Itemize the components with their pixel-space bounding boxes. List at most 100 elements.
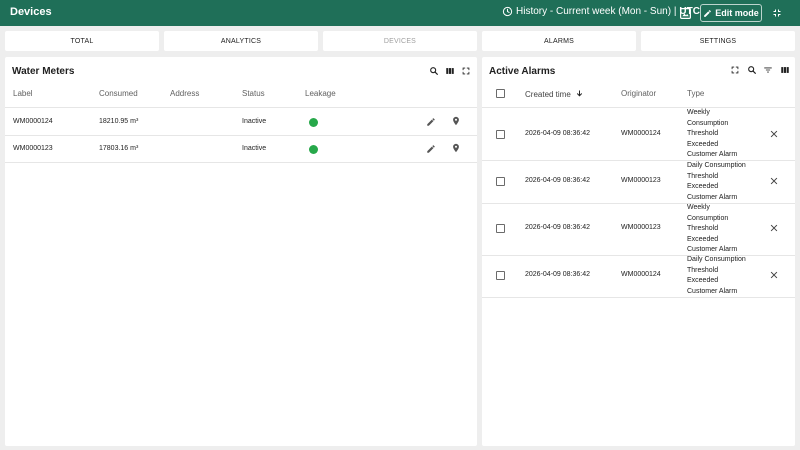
location-pin-icon[interactable]: [451, 116, 461, 126]
type-line: Customer Alarm: [687, 193, 738, 201]
close-icon[interactable]: [769, 129, 779, 139]
tab-settings[interactable]: SETTINGS: [641, 31, 795, 51]
type-line: Daily Consumption: [687, 256, 746, 263]
tab-total[interactable]: TOTAL: [5, 31, 159, 51]
column-header-leakage[interactable]: Leakage: [305, 89, 336, 98]
edit-mode-label: Edit mode: [715, 8, 759, 18]
water-meters-panel: Water Meters Label Consumed Address Stat…: [5, 57, 477, 446]
cell-created-time: 2026-04-09 08:36:42: [525, 177, 590, 184]
divider: [482, 107, 795, 108]
tab-label: TOTAL: [70, 37, 94, 45]
edit-icon[interactable]: [426, 117, 436, 127]
column-header-address[interactable]: Address: [170, 89, 199, 98]
columns-icon[interactable]: [780, 65, 790, 75]
type-line: Consumption: [687, 214, 729, 222]
history-label: History - Current week (Mon - Sun) |: [516, 6, 677, 17]
cell-originator: WM0000124: [621, 130, 661, 137]
close-icon[interactable]: [769, 176, 779, 186]
column-header-type[interactable]: Type: [687, 89, 704, 98]
close-icon[interactable]: [769, 223, 779, 233]
search-icon[interactable]: [747, 65, 757, 75]
history-timewindow[interactable]: History - Current week (Mon - Sun) | UTC: [502, 6, 700, 17]
tab-analytics[interactable]: ANALYTICS: [164, 31, 318, 51]
page-title: Devices: [10, 6, 52, 18]
cell-status: Inactive: [242, 145, 267, 152]
row-checkbox[interactable]: [496, 177, 505, 186]
divider: [482, 297, 795, 298]
tab-label: SETTINGS: [699, 37, 737, 45]
type-line: Exceeded: [687, 235, 719, 243]
type-line: Weekly: [687, 204, 710, 211]
cell-status: Inactive: [242, 118, 267, 125]
type-line: Customer Alarm: [687, 246, 738, 253]
close-icon[interactable]: [769, 270, 779, 280]
row-checkbox[interactable]: [496, 130, 505, 139]
divider: [482, 203, 795, 204]
fullscreen-icon[interactable]: [461, 66, 471, 76]
divider: [482, 255, 795, 256]
edit-icon[interactable]: [426, 144, 436, 154]
cell-created-time: 2026-04-09 08:36:42: [525, 130, 590, 137]
type-line: Threshold: [687, 266, 719, 274]
filter-icon[interactable]: [763, 65, 773, 75]
cell-originator: WM0000123: [621, 177, 661, 184]
search-icon[interactable]: [429, 66, 439, 76]
cell-type: Weekly Consumption Threshold Exceeded Cu…: [687, 108, 737, 161]
column-header-label[interactable]: Label: [13, 89, 33, 98]
type-line: Daily Consumption: [687, 162, 746, 169]
panel-title: Active Alarms: [489, 66, 556, 77]
column-header-consumed[interactable]: Consumed: [99, 89, 138, 98]
cell-label: WM0000123: [13, 145, 53, 152]
columns-icon[interactable]: [445, 66, 455, 76]
image-icon[interactable]: [677, 5, 693, 21]
tab-label: ALARMS: [544, 37, 574, 45]
row-checkbox[interactable]: [496, 271, 505, 280]
leakage-indicator: [309, 145, 318, 154]
cell-type: Daily Consumption Threshold Exceeded Cus…: [687, 161, 746, 203]
cell-originator: WM0000124: [621, 271, 661, 278]
exit-fullscreen-icon[interactable]: [769, 5, 785, 21]
type-line: Customer Alarm: [687, 151, 738, 158]
divider: [5, 162, 477, 163]
edit-mode-button[interactable]: Edit mode: [700, 4, 762, 22]
type-line: Exceeded: [687, 140, 719, 148]
fullscreen-icon[interactable]: [730, 65, 740, 75]
cell-type: Weekly Consumption Threshold Exceeded Cu…: [687, 203, 737, 256]
location-pin-icon[interactable]: [451, 143, 461, 153]
leakage-indicator: [309, 118, 318, 127]
row-checkbox[interactable]: [496, 224, 505, 233]
column-header-label: Created time: [525, 90, 571, 99]
pencil-icon: [704, 9, 712, 17]
top-bar: Devices History - Current week (Mon - Su…: [0, 0, 800, 26]
cell-originator: WM0000123: [621, 224, 661, 231]
column-header-status[interactable]: Status: [242, 89, 265, 98]
cell-consumed: 17803.16 m³: [99, 145, 139, 152]
tab-label: ANALYTICS: [220, 37, 262, 45]
type-line: Exceeded: [687, 183, 719, 190]
tab-devices[interactable]: DEVICES: [323, 31, 477, 51]
column-header-created-time[interactable]: Created time: [525, 89, 584, 99]
cell-created-time: 2026-04-09 08:36:42: [525, 224, 590, 231]
type-line: Consumption: [687, 119, 729, 127]
divider: [5, 135, 477, 136]
type-line: Customer Alarm: [687, 287, 738, 295]
type-line: Weekly: [687, 109, 710, 116]
type-line: Exceeded: [687, 277, 719, 284]
cell-type: Daily Consumption Threshold Exceeded Cus…: [687, 255, 746, 297]
clock-icon: [502, 6, 513, 17]
tab-label: DEVICES: [383, 37, 417, 45]
cell-created-time: 2026-04-09 08:36:42: [525, 271, 590, 278]
type-line: Threshold: [687, 130, 719, 137]
cell-consumed: 18210.95 m³: [99, 118, 139, 125]
type-line: Threshold: [687, 172, 719, 180]
divider: [5, 107, 477, 108]
column-header-originator[interactable]: Originator: [621, 89, 656, 98]
panel-title: Water Meters: [12, 66, 75, 77]
cell-label: WM0000124: [13, 118, 53, 125]
type-line: Threshold: [687, 225, 719, 232]
arrow-down-icon: [576, 90, 583, 97]
divider: [482, 160, 795, 161]
tab-alarms[interactable]: ALARMS: [482, 31, 636, 51]
select-all-checkbox[interactable]: [496, 89, 505, 98]
active-alarms-panel: Active Alarms Created time Originator Ty…: [482, 57, 795, 446]
